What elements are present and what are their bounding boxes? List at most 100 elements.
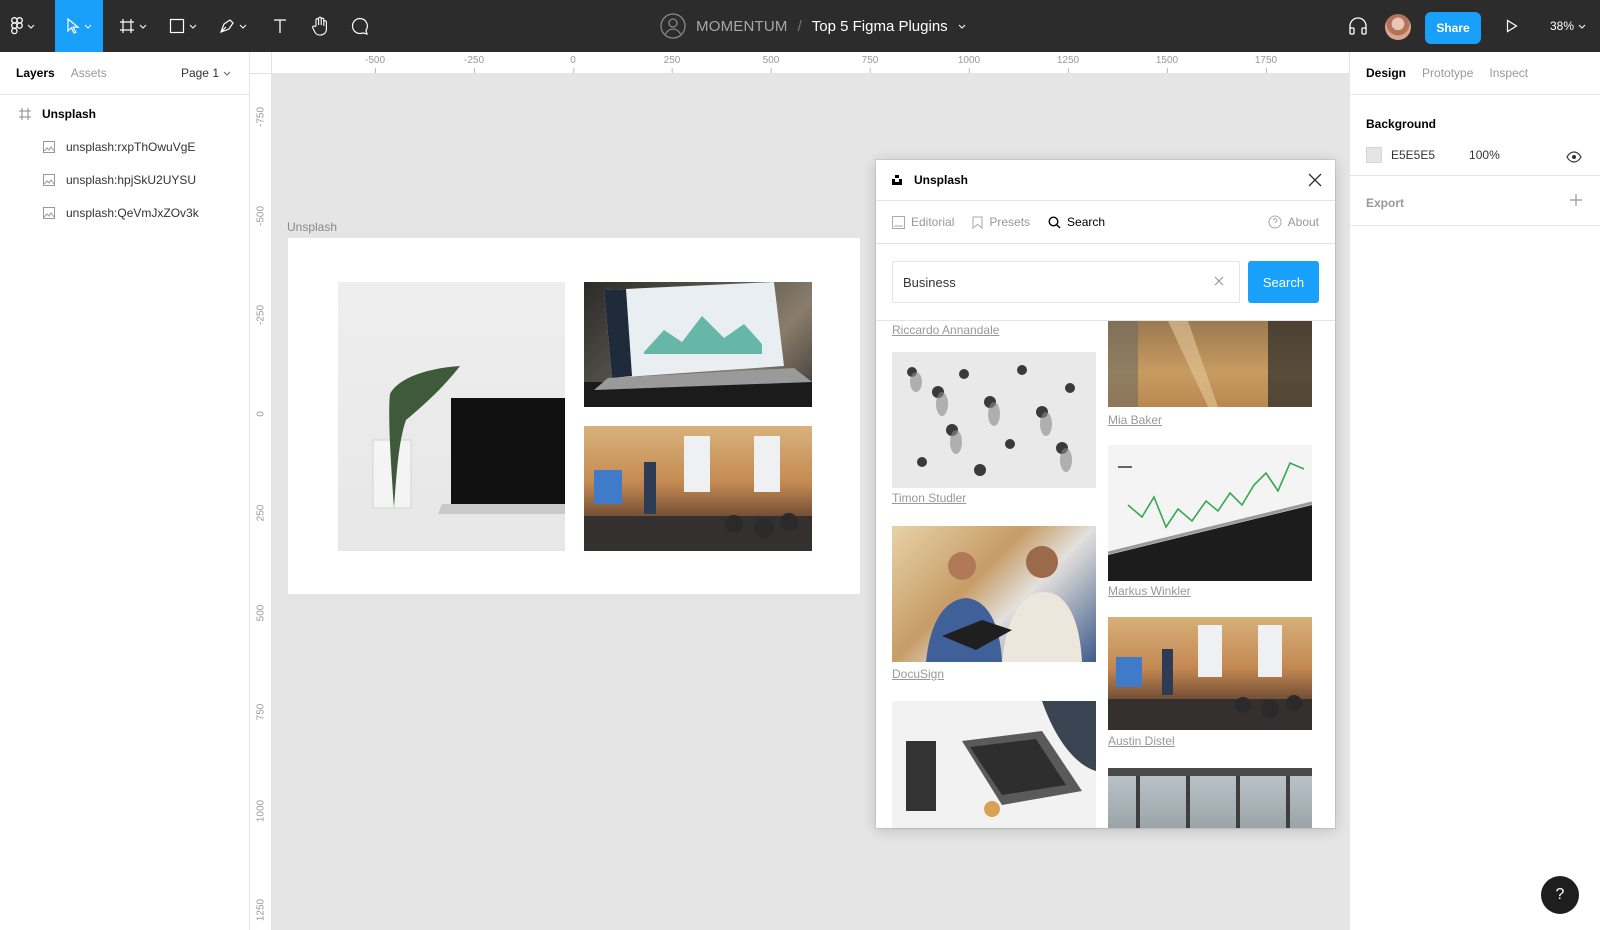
frame-tool-button[interactable] xyxy=(112,0,154,52)
canvas-image-plant-laptop[interactable] xyxy=(338,282,565,551)
right-panel-tabs: Design Prototype Inspect xyxy=(1350,52,1600,95)
search-input[interactable]: Business xyxy=(892,261,1240,303)
layer-image[interactable]: unsplash:hpjSkU2UYSU xyxy=(0,163,249,196)
comment-icon xyxy=(351,17,368,35)
toolbar: MOMENTUM / Top 5 Figma Plugins Share 38% xyxy=(0,0,1600,52)
ruler-tick: -250 xyxy=(463,55,485,73)
audio-button[interactable] xyxy=(1340,0,1376,52)
photo-credit[interactable]: Riccardo Annandale xyxy=(892,323,999,337)
left-panel-tabs: Layers Assets Page 1 xyxy=(0,52,249,95)
canvas-image-laptop-dashboard[interactable] xyxy=(584,282,812,407)
background-hex[interactable]: E5E5E5 xyxy=(1391,148,1435,162)
move-tool-button[interactable] xyxy=(55,0,103,52)
share-button[interactable]: Share xyxy=(1425,12,1481,44)
plant-laptop-illustration xyxy=(372,366,565,514)
canvas-image-office-presentation[interactable] xyxy=(584,426,812,551)
result-photo-window-view[interactable] xyxy=(1108,768,1312,828)
tab-design[interactable]: Design xyxy=(1366,66,1406,80)
tab-prototype[interactable]: Prototype xyxy=(1422,66,1473,80)
image-icon xyxy=(43,140,55,153)
export-title: Export xyxy=(1366,196,1405,210)
zoom-control[interactable]: 38% xyxy=(1550,0,1586,52)
export-section: Export xyxy=(1350,176,1600,226)
breadcrumb: MOMENTUM / Top 5 Figma Plugins xyxy=(660,0,966,52)
window-view-illustration xyxy=(1108,768,1312,828)
office-presentation-illustration xyxy=(1108,625,1312,730)
properties-panel: Design Prototype Inspect Background E5E5… xyxy=(1349,52,1600,930)
result-photo-chart-laptop[interactable] xyxy=(1108,445,1312,581)
laptop-desk-illustration xyxy=(906,701,1096,817)
search-results: Riccardo Annandale Timon Studler DocuSig… xyxy=(876,320,1335,828)
photo-credit[interactable]: Austin Distel xyxy=(1108,734,1175,748)
chevron-down-icon xyxy=(223,71,231,76)
result-photo-office-presentation[interactable] xyxy=(1108,617,1312,730)
laptop-dashboard-illustration xyxy=(584,282,812,407)
breadcrumb-separator: / xyxy=(797,17,802,35)
ruler-tick: 0 xyxy=(255,411,267,417)
layer-image[interactable]: unsplash:rxpThOwuVgE xyxy=(0,130,249,163)
text-tool-button[interactable] xyxy=(262,0,298,52)
image-icon xyxy=(892,215,905,229)
ruler-corner xyxy=(250,52,272,74)
pen-tool-button[interactable] xyxy=(212,0,254,52)
tab-editorial[interactable]: Editorial xyxy=(892,215,954,229)
ruler-tick: 500 xyxy=(255,604,267,622)
hand-icon xyxy=(312,16,327,36)
background-section: Background E5E5E5 100% xyxy=(1350,95,1600,176)
plugin-tabs: Editorial Presets Search About xyxy=(876,201,1335,244)
tab-inspect[interactable]: Inspect xyxy=(1489,66,1528,80)
tab-presets[interactable]: Presets xyxy=(972,215,1030,229)
main-menu-button[interactable] xyxy=(0,0,46,52)
chevron-down-icon xyxy=(139,24,147,29)
avatar[interactable] xyxy=(1385,14,1411,40)
file-name[interactable]: Top 5 Figma Plugins xyxy=(812,18,948,35)
stock-chart-illustration xyxy=(1108,461,1312,581)
ruler-tick: 250 xyxy=(255,504,267,522)
bookmark-icon xyxy=(972,216,983,229)
search-button[interactable]: Search xyxy=(1248,261,1319,303)
crowd-illustration xyxy=(907,365,1075,476)
ruler-tick: 1250 xyxy=(1056,55,1080,73)
shape-tool-button[interactable] xyxy=(162,0,204,52)
photo-credit[interactable]: Mia Baker xyxy=(1108,413,1162,427)
chevron-down-icon xyxy=(27,24,35,29)
layers-panel: Layers Assets Page 1 Unsplash unsplash:r… xyxy=(0,52,250,930)
ruler-tick: 1000 xyxy=(957,55,981,73)
tab-search[interactable]: Search xyxy=(1048,215,1105,229)
team-name[interactable]: MOMENTUM xyxy=(696,18,788,35)
chevron-down-icon xyxy=(1578,24,1586,29)
page-selector[interactable]: Page 1 xyxy=(181,66,231,80)
plus-icon[interactable] xyxy=(1570,194,1582,206)
plugin-title: Unsplash xyxy=(914,173,969,187)
frame-icon xyxy=(19,107,31,120)
tab-label: Editorial xyxy=(911,215,955,229)
chevron-down-icon[interactable] xyxy=(958,24,966,29)
photo-credit[interactable]: Timon Studler xyxy=(892,491,966,505)
result-photo-laptop-desk[interactable] xyxy=(892,701,1096,828)
layer-image[interactable]: unsplash:QeVmJxZOv3k xyxy=(0,196,249,229)
eye-icon[interactable] xyxy=(1566,151,1582,163)
ruler-tick: 1500 xyxy=(1155,55,1179,73)
layer-frame-unsplash[interactable]: Unsplash xyxy=(0,97,249,130)
photo-credit[interactable]: Markus Winkler xyxy=(1108,584,1191,598)
close-icon[interactable] xyxy=(1307,172,1323,188)
frame-label[interactable]: Unsplash xyxy=(287,220,337,234)
background-swatch[interactable] xyxy=(1366,147,1382,163)
photo-credit[interactable]: DocuSign xyxy=(892,667,944,681)
chevron-down-icon xyxy=(239,24,247,29)
help-button[interactable]: ? xyxy=(1541,876,1579,914)
result-photo-hallway[interactable] xyxy=(1108,321,1312,407)
image-icon xyxy=(43,173,55,186)
result-photo-crowd[interactable] xyxy=(892,352,1096,488)
background-fill-row: E5E5E5 100% xyxy=(1366,147,1584,163)
present-button[interactable] xyxy=(1496,0,1528,52)
clear-icon[interactable] xyxy=(1213,275,1225,287)
tab-layers[interactable]: Layers xyxy=(16,66,55,80)
about-link[interactable]: About xyxy=(1268,215,1319,229)
tab-assets[interactable]: Assets xyxy=(71,66,107,80)
hand-tool-button[interactable] xyxy=(302,0,338,52)
ruler-tick: 750 xyxy=(255,703,267,721)
result-photo-business-meeting[interactable] xyxy=(892,526,1096,662)
comment-tool-button[interactable] xyxy=(342,0,378,52)
background-opacity[interactable]: 100% xyxy=(1469,148,1500,162)
